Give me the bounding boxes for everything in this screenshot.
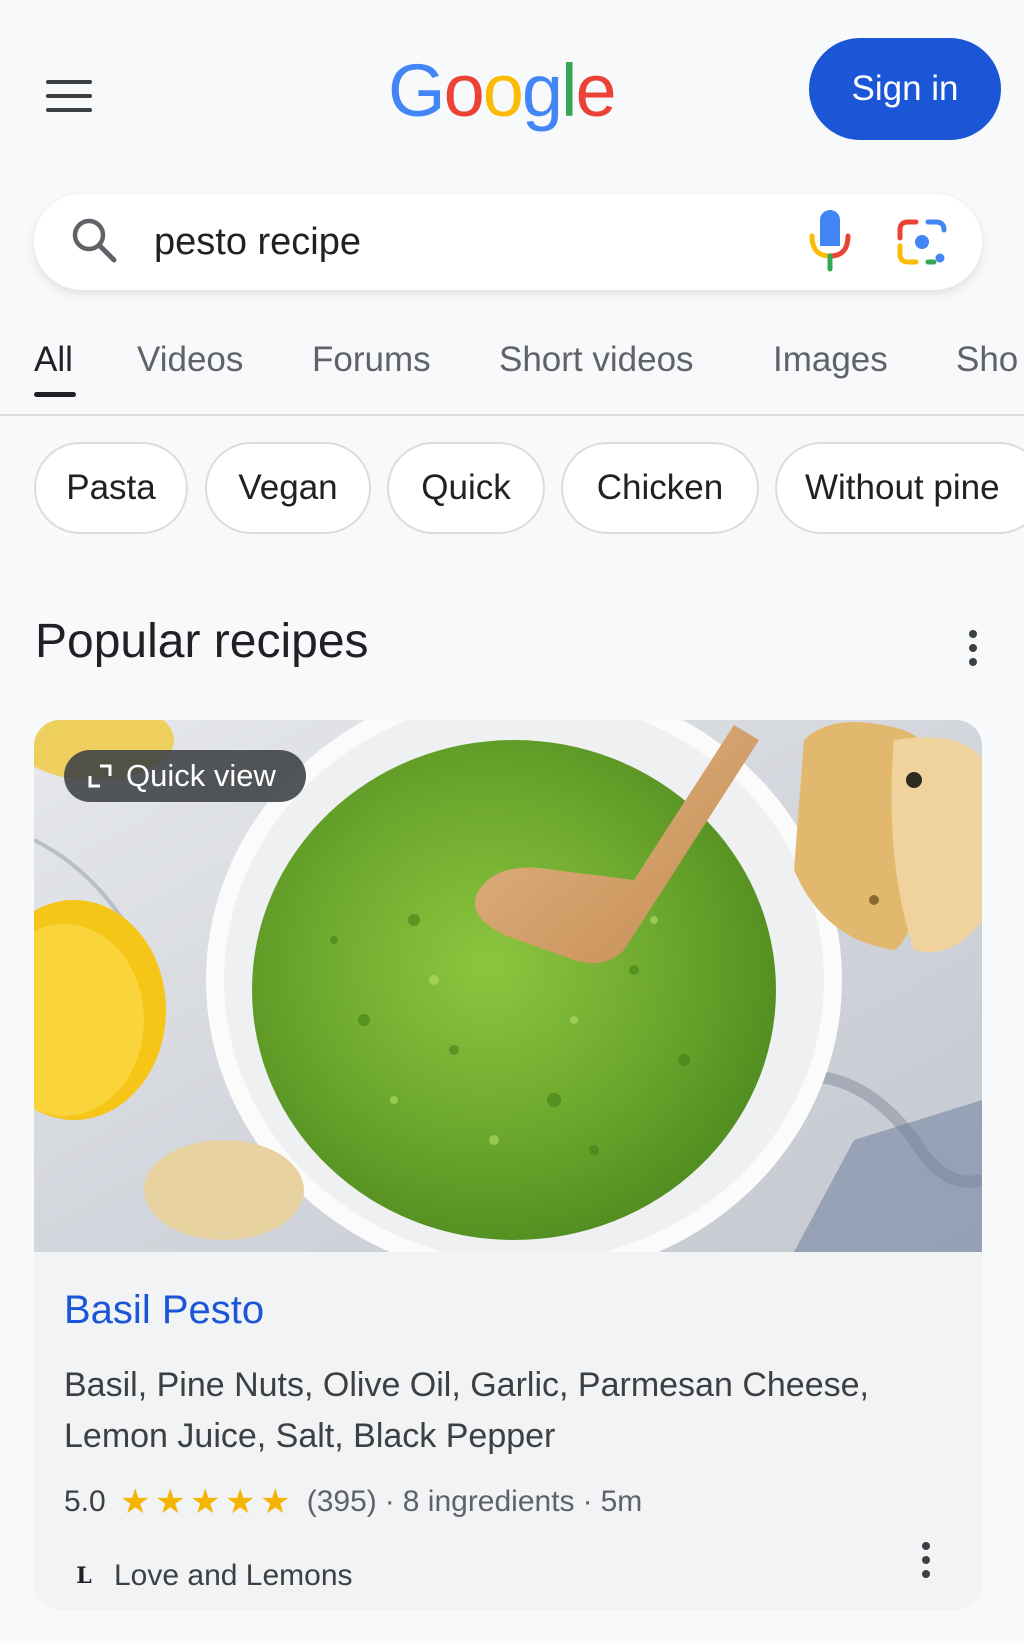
chip-without-pine[interactable]: Without pine	[775, 442, 1024, 534]
rating-row: 5.0 ★ ★ ★ ★ ★ (395) · 8 ingredients · 5m	[64, 1482, 642, 1522]
recipe-more-options-icon[interactable]	[916, 1538, 936, 1582]
chip-quick[interactable]: Quick	[387, 442, 545, 534]
expand-icon	[88, 764, 112, 788]
section-more-options-icon[interactable]	[963, 626, 983, 670]
search-tabs: All Videos Forums Short videos Images Sh…	[0, 330, 1024, 416]
mic-icon[interactable]	[802, 206, 858, 276]
recipe-card[interactable]: Quick view Basil Pesto Basil, Pine Nuts,…	[34, 720, 982, 1610]
logo-letter: l	[561, 49, 578, 132]
quick-view-button[interactable]: Quick view	[64, 750, 306, 802]
logo-letter: g	[521, 49, 563, 132]
source-name: Love and Lemons	[114, 1559, 353, 1592]
google-logo[interactable]: Google	[388, 48, 617, 133]
source-row: L Love and Lemons	[64, 1558, 353, 1594]
recipe-title[interactable]: Basil Pesto	[64, 1288, 264, 1333]
star-icon: ★	[224, 1483, 256, 1521]
header: Google Sign in	[0, 0, 1024, 190]
rating-value: 5.0	[64, 1485, 106, 1518]
menu-icon[interactable]	[40, 72, 102, 122]
search-results-page: Google Sign in All Videos Forums	[0, 0, 1024, 1643]
star-icon: ★	[189, 1483, 221, 1521]
ingredient-count: 8 ingredients	[402, 1485, 575, 1518]
tab-forums[interactable]: Forums	[312, 340, 431, 380]
star-icon: ★	[119, 1483, 151, 1521]
star-icon: ★	[259, 1483, 291, 1521]
review-count: (395)	[306, 1485, 377, 1518]
prep-time: 5m	[600, 1485, 643, 1518]
google-lens-icon[interactable]	[892, 212, 952, 272]
source-logo-icon: L	[76, 1563, 92, 1589]
chip-vegan[interactable]: Vegan	[205, 442, 371, 534]
quick-view-label: Quick view	[126, 758, 276, 793]
logo-letter: G	[388, 49, 446, 132]
tab-all[interactable]: All	[34, 340, 73, 380]
search-bar[interactable]	[34, 194, 982, 290]
separator: ·	[582, 1485, 593, 1518]
section-title: Popular recipes	[35, 615, 369, 668]
tab-images[interactable]: Images	[773, 340, 888, 380]
search-icon	[72, 218, 117, 263]
separator: ·	[384, 1485, 395, 1518]
tab-shopping[interactable]: Sho	[956, 340, 1018, 380]
search-input[interactable]	[154, 212, 774, 272]
tab-short-videos[interactable]: Short videos	[499, 340, 694, 380]
active-tab-indicator	[34, 392, 76, 397]
recipe-ingredients: Basil, Pine Nuts, Olive Oil, Garlic, Par…	[64, 1366, 869, 1455]
star-icon: ★	[154, 1483, 186, 1521]
logo-letter: e	[575, 49, 616, 132]
logo-letter: o	[443, 49, 485, 132]
star-rating: ★ ★ ★ ★ ★	[118, 1482, 293, 1522]
sign-in-button[interactable]: Sign in	[809, 38, 1001, 140]
chip-chicken[interactable]: Chicken	[561, 442, 759, 534]
chip-pasta[interactable]: Pasta	[34, 442, 188, 534]
logo-letter: o	[482, 49, 524, 132]
tab-videos[interactable]: Videos	[137, 340, 243, 380]
